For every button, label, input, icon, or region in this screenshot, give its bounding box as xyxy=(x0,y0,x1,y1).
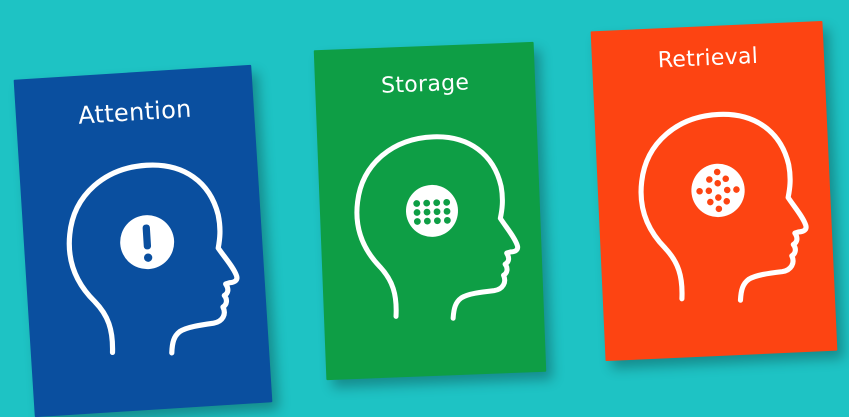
attention-card: Attention xyxy=(13,64,273,417)
page: { "background_color": "#1ec3c4", "cards"… xyxy=(0,0,849,417)
storage-card-title: Storage xyxy=(380,70,470,99)
retrieval-card-title: Retrieval xyxy=(657,43,759,74)
head-with-exclamation-icon xyxy=(66,162,240,356)
storage-card: Storage xyxy=(313,41,547,381)
head-with-dot-grid-icon xyxy=(354,134,521,321)
head-with-dot-diamond-icon xyxy=(638,111,809,303)
retrieval-card: Retrieval xyxy=(590,20,838,362)
attention-card-title: Attention xyxy=(77,94,193,130)
